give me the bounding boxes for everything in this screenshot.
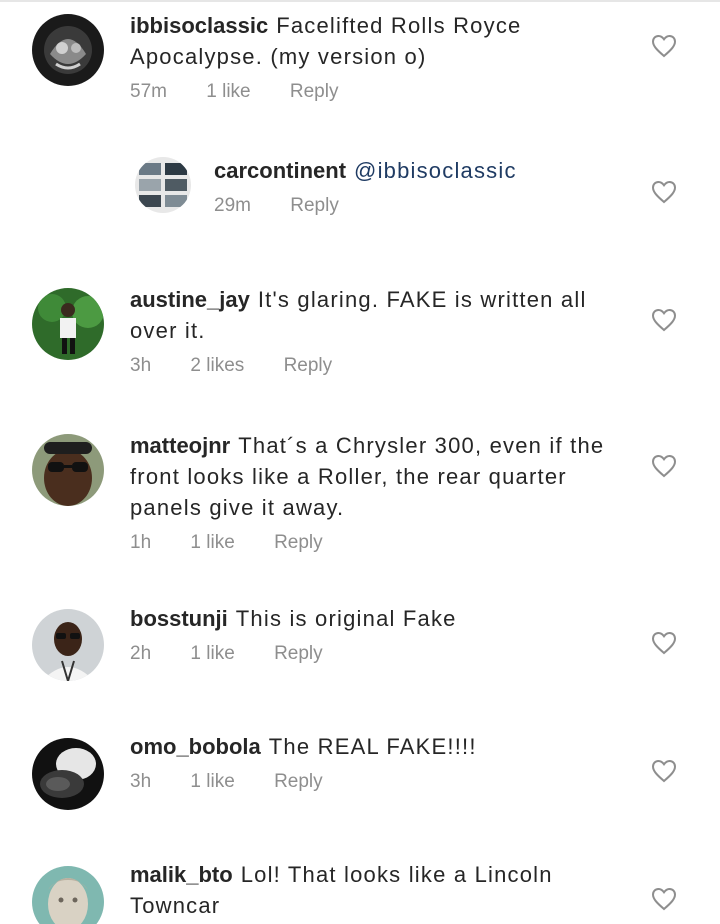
- comment-time: 2h: [130, 643, 152, 664]
- comment-time: 3h: [130, 771, 152, 792]
- comment-meta: 57m 1 like Reply: [130, 81, 630, 103]
- comment-meta: 1h 1 like Reply: [130, 532, 630, 554]
- reply-button[interactable]: Reply: [290, 81, 339, 103]
- comment-username[interactable]: bosstunji: [130, 606, 228, 631]
- comment-text: carcontinent @ibbisoclassic: [214, 155, 634, 186]
- comment-likes[interactable]: 1 like: [190, 532, 234, 554]
- comment-text: ibbisoclassic Facelifted Rolls Royce Apoc…: [130, 10, 630, 72]
- comment-likes[interactable]: 2 likes: [190, 355, 244, 377]
- comment-username[interactable]: omo_bobola: [130, 734, 261, 759]
- avatar[interactable]: [32, 738, 104, 810]
- top-divider: [0, 0, 720, 2]
- comment-text: matteojnr That´s a Chrysler 300, even if …: [130, 430, 630, 523]
- avatar[interactable]: [32, 609, 104, 681]
- heart-icon[interactable]: [651, 180, 677, 204]
- comment-time: 1h: [130, 532, 152, 553]
- heart-icon[interactable]: [651, 887, 677, 911]
- comment-text: austine_jay It's glaring. FAKE is written…: [130, 284, 630, 346]
- reply-button[interactable]: Reply: [290, 195, 339, 217]
- comment-text: bosstunji This is original Fake: [130, 603, 630, 634]
- comment-text: malik_bto Lol! That looks like a Lincoln …: [130, 859, 630, 921]
- comment-time: 3h: [130, 355, 152, 376]
- comment-meta: 3h 2 likes Reply: [130, 355, 630, 377]
- comment-username[interactable]: matteojnr: [130, 433, 230, 458]
- avatar[interactable]: [32, 866, 104, 924]
- heart-icon[interactable]: [651, 631, 677, 655]
- comment-time: 29m: [214, 195, 251, 216]
- avatar[interactable]: [32, 14, 104, 86]
- reply-button[interactable]: Reply: [274, 643, 323, 665]
- heart-icon[interactable]: [651, 454, 677, 478]
- comment-mention[interactable]: @ibbisoclassic: [354, 158, 517, 183]
- heart-icon[interactable]: [651, 759, 677, 783]
- comment-time: 57m: [130, 81, 167, 102]
- comment-meta: 29m Reply: [214, 195, 634, 217]
- comment-body: The REAL FAKE!!!!: [268, 734, 477, 759]
- comment-body: This is original Fake: [235, 606, 457, 631]
- avatar[interactable]: [32, 434, 104, 506]
- comment-username[interactable]: ibbisoclassic: [130, 13, 268, 38]
- reply-button[interactable]: Reply: [274, 771, 323, 793]
- reply-button[interactable]: Reply: [274, 532, 323, 554]
- avatar[interactable]: [135, 157, 191, 213]
- comment-likes[interactable]: 1 like: [190, 643, 234, 665]
- comment-username[interactable]: carcontinent: [214, 158, 346, 183]
- comment-likes[interactable]: 1 like: [206, 81, 250, 103]
- comment-meta: 3h 1 like Reply: [130, 771, 630, 793]
- heart-icon[interactable]: [651, 308, 677, 332]
- reply-button[interactable]: Reply: [284, 355, 333, 377]
- comment-text: omo_bobola The REAL FAKE!!!!: [130, 731, 630, 762]
- comment-username[interactable]: malik_bto: [130, 862, 233, 887]
- comment-username[interactable]: austine_jay: [130, 287, 250, 312]
- comment-meta: 2h 1 like Reply: [130, 643, 630, 665]
- comment-likes[interactable]: 1 like: [190, 771, 234, 793]
- heart-icon[interactable]: [651, 34, 677, 58]
- avatar[interactable]: [32, 288, 104, 360]
